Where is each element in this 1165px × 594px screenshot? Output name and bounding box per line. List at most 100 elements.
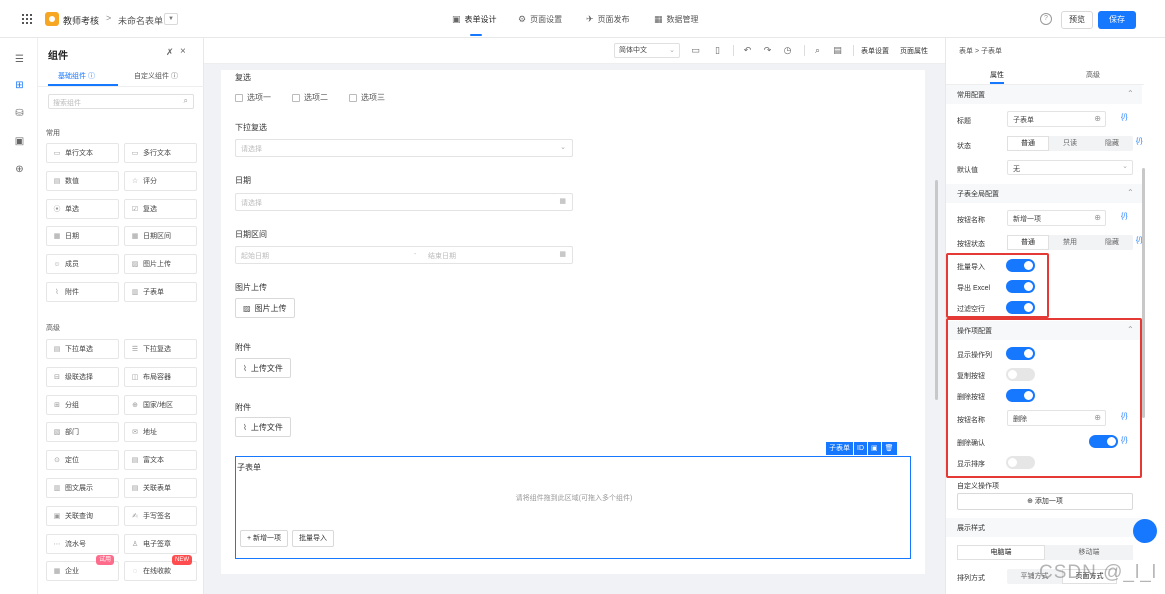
component-common-2[interactable]: ▤ 数值: [46, 170, 119, 191]
checkbox-option-2[interactable]: 选项二: [292, 92, 328, 103]
category-common: 常用: [46, 130, 60, 137]
expression-button[interactable]: {/}: [1121, 213, 1128, 220]
tab-data-management[interactable]: ▦ 数据管理: [654, 14, 699, 25]
pin-icon[interactable]: ✗: [166, 47, 174, 58]
tab-custom-components[interactable]: 自定义组件 ⓘ: [134, 71, 178, 81]
component-advanced-6[interactable]: ▧ 部门: [46, 422, 119, 443]
upload-file-button-1[interactable]: ⌇ 上传文件: [235, 358, 291, 378]
floating-action-button[interactable]: [1133, 519, 1157, 543]
upload-file-button-2[interactable]: ⌇ 上传文件: [235, 417, 291, 437]
copy-icon[interactable]: ▣: [868, 442, 881, 455]
dropdown-multi-select[interactable]: 请选择 ⌄: [235, 139, 573, 157]
js-code-icon[interactable]: ▣: [14, 136, 25, 147]
component-common-6[interactable]: ▦ 日期: [46, 226, 119, 247]
component-advanced-11[interactable]: ▤ 关联表单: [124, 478, 197, 498]
id-icon[interactable]: ID: [854, 442, 867, 455]
component-icon: ◌: [132, 567, 138, 575]
outline-icon[interactable]: ☰: [14, 54, 25, 65]
subform-add-button[interactable]: + 新增一项: [240, 530, 289, 547]
button-name-input[interactable]: 新增一项 ⊕: [1007, 210, 1106, 226]
component-advanced-17[interactable]: ◌ 在线收款 NEW: [124, 555, 197, 582]
component-common-5[interactable]: ☑ 复选: [124, 198, 197, 219]
component-panel-title: 组件: [48, 51, 68, 62]
component-advanced-7[interactable]: ✉ 地址: [124, 422, 197, 443]
display-device-segmented[interactable]: 电脑端 移动端: [957, 545, 1133, 560]
section-display-style[interactable]: 展示样式: [946, 518, 1142, 537]
component-common-7[interactable]: ▦ 日期区间: [124, 226, 197, 247]
app-name[interactable]: 教师考核: [63, 14, 99, 27]
globe-icon[interactable]: ⊕: [14, 164, 25, 175]
tab-basic-components[interactable]: 基础组件 ⓘ: [58, 71, 95, 81]
tab-properties[interactable]: 属性: [990, 70, 1004, 80]
preview-button[interactable]: 预览: [1061, 11, 1093, 29]
component-common-10[interactable]: ⌇ 附件: [46, 282, 119, 302]
component-common-0[interactable]: ▭ 单行文本: [46, 143, 119, 163]
component-advanced-2[interactable]: ⊟ 级联选择: [46, 366, 119, 387]
app-grid-icon[interactable]: [22, 14, 32, 24]
component-advanced-1[interactable]: ☰ 下拉复选: [124, 339, 197, 359]
save-button[interactable]: 保存: [1098, 11, 1136, 29]
title-input[interactable]: 子表单 ⊕: [1007, 111, 1106, 127]
form-canvas[interactable]: 复选 选项一 选项二 选项三 下拉复选 请选择 ⌄ 日期 请选择 ▦ 日期区间 …: [221, 70, 925, 574]
expression-button[interactable]: {/}: [1121, 114, 1128, 121]
form-settings-button[interactable]: 表单设置: [861, 46, 889, 56]
desktop-view-icon[interactable]: ▭: [690, 45, 701, 56]
component-common-9[interactable]: ▨ 图片上传: [124, 254, 197, 275]
component-advanced-15[interactable]: ♙ 电子签章: [124, 533, 197, 554]
checkbox-option-1[interactable]: 选项一: [235, 92, 271, 103]
component-advanced-14[interactable]: ⋯ 流水号: [46, 533, 119, 554]
component-common-8[interactable]: ☺ 成员: [46, 254, 119, 275]
component-common-4[interactable]: ⦿ 单选: [46, 198, 119, 219]
component-common-3[interactable]: ☆ 评分: [124, 170, 197, 191]
form-dropdown-icon[interactable]: ▼: [164, 13, 178, 25]
component-advanced-16[interactable]: ▦ 企业 试用: [46, 555, 119, 582]
close-icon[interactable]: ×: [180, 46, 186, 57]
component-advanced-13[interactable]: ✍ 手写签名: [124, 505, 197, 526]
components-icon[interactable]: ⊞: [14, 80, 25, 91]
tab-page-publish[interactable]: ✈ 页面发布: [586, 14, 630, 25]
component-advanced-8[interactable]: ⊙ 定位: [46, 450, 119, 471]
component-advanced-0[interactable]: ▤ 下拉单选: [46, 339, 119, 359]
subform-block[interactable]: 子表单 请将组件拖到此区域(可拖入多个组件) + 新增一项 批量导入: [235, 456, 911, 559]
page-properties-button[interactable]: 页面属性: [900, 46, 928, 56]
component-advanced-4[interactable]: ⊞ 分组: [46, 394, 119, 415]
date-range-input[interactable]: 起始日期 - 结束日期 ▦: [235, 246, 573, 264]
default-value-select[interactable]: 无 ⌄: [1007, 160, 1133, 175]
database-icon[interactable]: ⛁: [14, 108, 25, 119]
image-upload-button[interactable]: ▨ 图片上传: [235, 298, 295, 318]
subform-batch-import-button[interactable]: 批量导入: [292, 530, 334, 547]
delete-icon[interactable]: 🗑: [881, 442, 897, 455]
button-status-segmented[interactable]: 普通 禁用 隐藏: [1007, 235, 1133, 250]
expression-button[interactable]: {/}: [1136, 138, 1143, 145]
component-advanced-5[interactable]: ⊕ 国家/地区: [124, 394, 197, 415]
component-advanced-12[interactable]: ▣ 关联查询: [46, 505, 119, 526]
component-common-11[interactable]: ▥ 子表单: [124, 282, 197, 302]
help-icon[interactable]: ?: [1040, 13, 1052, 25]
section-subform-global[interactable]: 子表全局配置 ⌃: [946, 184, 1142, 203]
component-advanced-9[interactable]: ▤ 富文本: [124, 450, 197, 471]
status-segmented[interactable]: 普通 只读 隐藏: [1007, 136, 1133, 151]
source-code-icon[interactable]: ▤: [832, 45, 843, 56]
component-icon: ▨: [131, 261, 139, 269]
section-common-config[interactable]: 常用配置 ⌃: [946, 85, 1142, 104]
mobile-view-icon[interactable]: ▯: [712, 45, 723, 56]
component-search-input[interactable]: 搜索组件 ⌕: [48, 94, 194, 109]
tab-advanced[interactable]: 高级: [1086, 70, 1100, 80]
date-input[interactable]: 请选择 ▦: [235, 193, 573, 211]
undo-icon[interactable]: ↶: [742, 45, 753, 56]
component-common-1[interactable]: ▭ 多行文本: [124, 143, 197, 163]
zoom-icon[interactable]: ⌕: [812, 45, 823, 56]
tab-page-settings[interactable]: ⚙ 页面设置: [518, 14, 562, 25]
component-advanced-3[interactable]: ◫ 布局容器: [124, 366, 197, 387]
component-advanced-10[interactable]: ▥ 图文展示: [46, 478, 119, 498]
history-icon[interactable]: ◷: [782, 45, 793, 56]
add-custom-op-button[interactable]: ⊕ 添加一项: [957, 493, 1133, 510]
redo-icon[interactable]: ↷: [762, 45, 773, 56]
checkbox-option-3[interactable]: 选项三: [349, 92, 385, 103]
property-scrollbar[interactable]: [1142, 168, 1145, 418]
tab-form-design[interactable]: ▣ 表单设计: [452, 14, 497, 25]
language-select[interactable]: 简体中文 ⌄: [614, 43, 680, 58]
canvas-scrollbar[interactable]: [935, 180, 938, 400]
form-name[interactable]: 未命名表单: [118, 14, 163, 27]
subform-drop-zone[interactable]: 请将组件拖到此区域(可拖入多个组件): [236, 493, 912, 503]
